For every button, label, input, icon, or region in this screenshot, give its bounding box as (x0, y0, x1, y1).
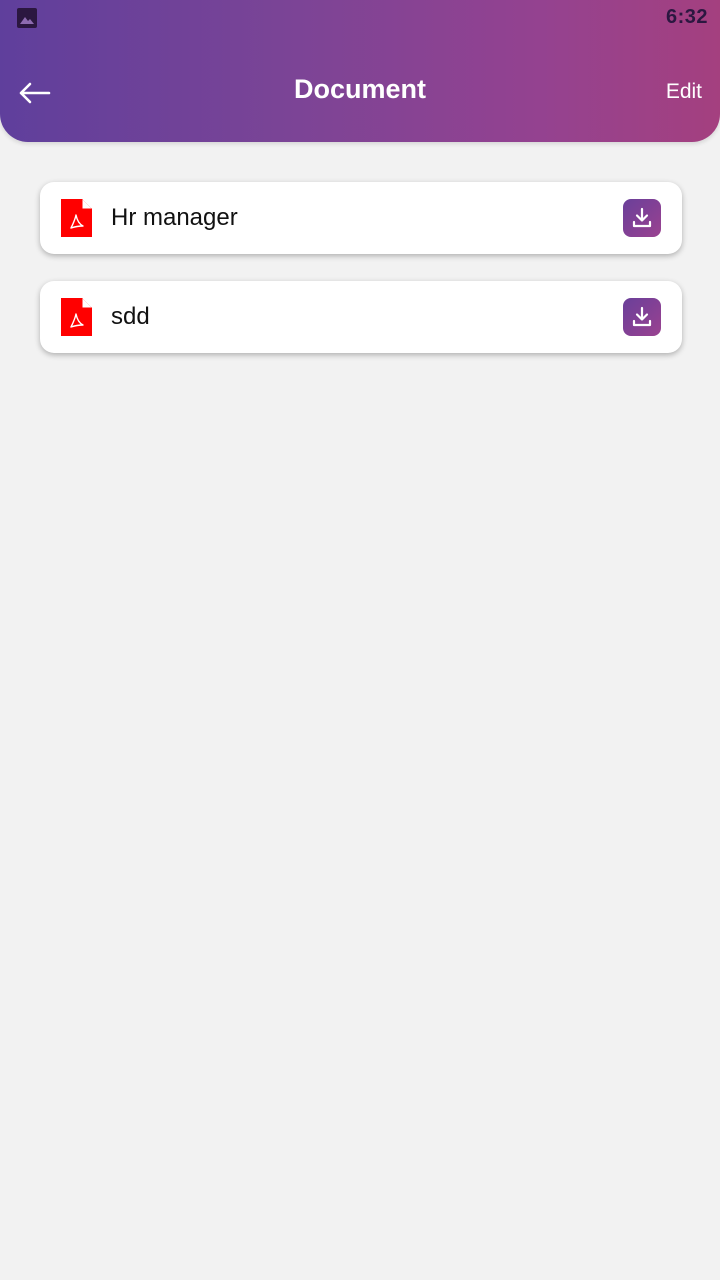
pdf-icon (61, 298, 92, 336)
pdf-icon (61, 199, 92, 237)
page-title: Document (293, 74, 426, 104)
app-header: 6:32 Document Edit (0, 0, 720, 142)
edit-button[interactable]: Edit (666, 80, 702, 104)
list-item[interactable]: sdd (40, 281, 682, 353)
document-name: Hr manager (111, 204, 238, 231)
back-button[interactable] (12, 72, 56, 114)
document-name: sdd (111, 303, 150, 330)
download-icon (632, 306, 652, 327)
gallery-icon (17, 8, 37, 28)
status-bar: 6:32 (0, 0, 720, 38)
status-clock: 6:32 (665, 6, 708, 28)
download-button[interactable] (623, 298, 661, 336)
list-item[interactable]: Hr manager (40, 182, 682, 254)
download-button[interactable] (623, 199, 661, 237)
download-icon (632, 207, 652, 228)
arrow-left-icon (19, 82, 51, 104)
document-list: Hr manager sdd (40, 182, 682, 380)
